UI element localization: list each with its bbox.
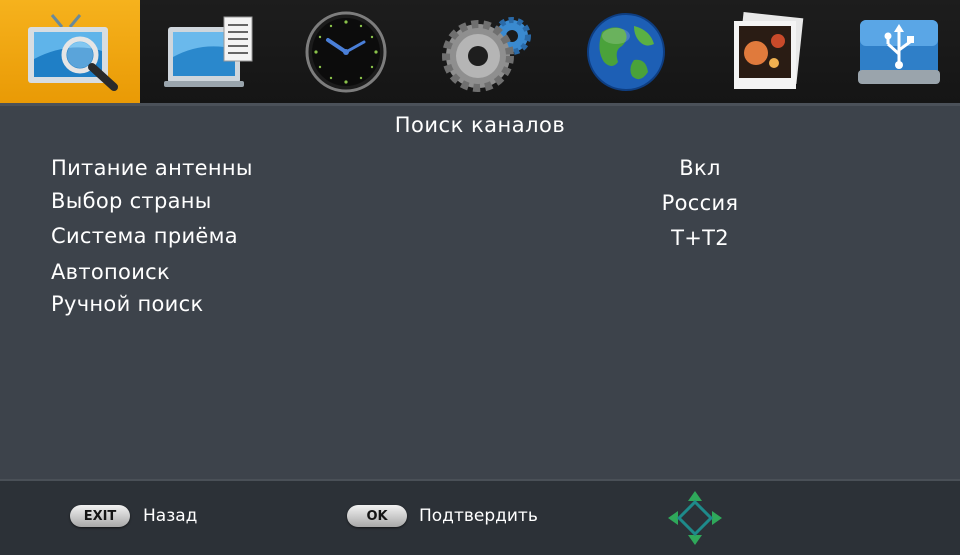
main-menu-tabs — [0, 0, 960, 103]
tv-guide-icon — [164, 16, 253, 87]
tab-region[interactable] — [556, 0, 696, 103]
tab-channel-search[interactable] — [0, 0, 140, 103]
menu-item-country[interactable]: Выбор страны — [51, 189, 212, 213]
globe-icon — [587, 12, 665, 91]
navigation-arrows-icon — [668, 491, 722, 545]
menu-item-manual-search[interactable]: Ручной поиск — [51, 292, 203, 316]
tab-time[interactable] — [276, 0, 416, 103]
exit-key-icon: EXIT — [70, 505, 130, 527]
menu-item-antenna-power[interactable]: Питание антенны — [51, 156, 253, 180]
antenna-power-value[interactable]: Вкл — [620, 156, 780, 180]
tab-tv-guide[interactable] — [140, 0, 280, 103]
menu-item-reception-system[interactable]: Система приёма — [51, 224, 238, 248]
menu-item-auto-search[interactable]: Автопоиск — [51, 260, 170, 284]
settings-gears-icon — [442, 16, 531, 92]
photo-media-icon — [734, 11, 804, 89]
reception-system-value[interactable]: T+T2 — [620, 226, 780, 250]
tab-usb[interactable] — [830, 0, 960, 103]
ok-key-icon: OK — [347, 505, 407, 527]
tv-search-icon — [28, 13, 118, 91]
clock-icon — [305, 11, 387, 92]
usb-drive-icon — [858, 19, 940, 84]
page-title: Поиск каналов — [394, 113, 566, 137]
tab-media[interactable] — [696, 0, 836, 103]
tab-settings[interactable] — [416, 0, 556, 103]
back-hint-label: Назад — [143, 506, 198, 526]
country-value[interactable]: Россия — [620, 191, 780, 215]
confirm-hint-label: Подтвердить — [419, 506, 538, 526]
